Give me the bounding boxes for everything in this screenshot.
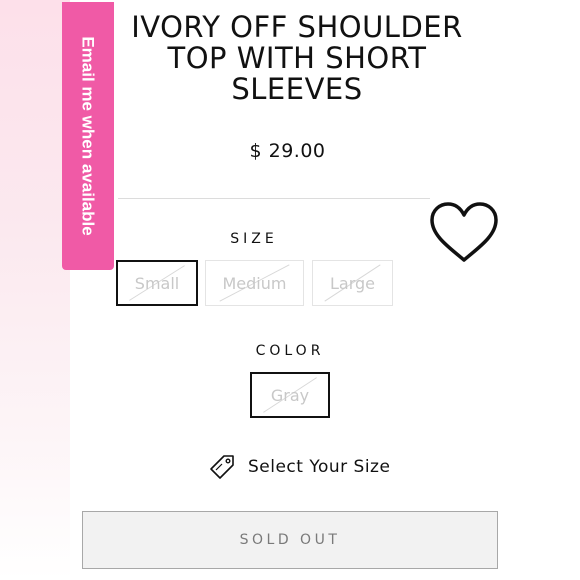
background-fade [0,0,70,580]
product-price: $ 29.00 [249,140,326,162]
size-label: SIZE [230,231,278,247]
color-option-gray-label: Gray [270,385,310,405]
select-your-size-link[interactable]: Select Your Size [208,452,390,482]
email-tab-label: Email me when available [79,36,98,236]
product-title: IVORY OFF SHOULDER TOP WITH SHORT SLEEVE… [131,10,463,106]
color-option-gray[interactable]: Gray [250,372,330,418]
size-option-medium-label: Medium [222,273,287,293]
sold-out-button[interactable]: SOLD OUT [82,511,498,569]
size-option-large[interactable]: Large [312,260,393,306]
size-option-small[interactable]: Small [116,260,198,306]
select-your-size-label: Select Your Size [248,457,391,477]
size-option-large-label: Large [329,273,375,293]
email-me-when-available-tab[interactable]: Email me when available [62,2,114,270]
divider [118,198,430,199]
wishlist-heart-icon[interactable] [428,200,500,266]
tag-icon [210,455,234,479]
color-label: COLOR [255,343,325,359]
size-option-medium[interactable]: Medium [205,260,304,306]
size-option-small-label: Small [134,273,180,293]
sold-out-label: SOLD OUT [239,532,341,548]
